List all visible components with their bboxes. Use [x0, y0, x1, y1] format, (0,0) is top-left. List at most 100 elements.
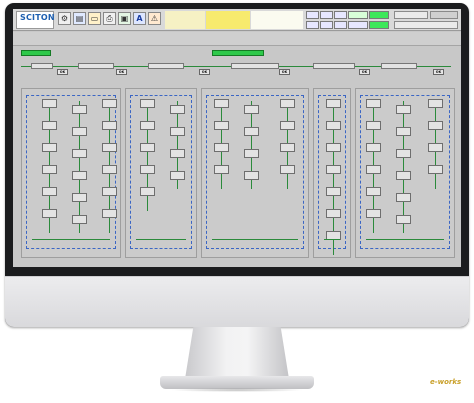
- process-step[interactable]: [72, 149, 87, 158]
- process-step[interactable]: [72, 127, 87, 136]
- process-step[interactable]: [214, 121, 229, 130]
- process-step[interactable]: [72, 215, 87, 224]
- process-step[interactable]: [170, 171, 185, 180]
- process-step[interactable]: [396, 105, 411, 114]
- nav-button[interactable]: [320, 11, 333, 19]
- process-step[interactable]: [140, 99, 155, 108]
- process-step[interactable]: [396, 215, 411, 224]
- process-step[interactable]: [72, 171, 87, 180]
- nav-button[interactable]: [348, 11, 368, 19]
- process-step[interactable]: [170, 149, 185, 158]
- process-step[interactable]: [280, 165, 295, 174]
- process-step[interactable]: [214, 99, 229, 108]
- process-step[interactable]: [244, 127, 259, 136]
- process-step[interactable]: [42, 99, 57, 108]
- process-step[interactable]: [102, 99, 117, 108]
- user-status[interactable]: [394, 11, 428, 19]
- process-step[interactable]: [366, 121, 381, 130]
- process-step[interactable]: [102, 187, 117, 196]
- nav-button[interactable]: [334, 21, 347, 29]
- ok-button[interactable]: OK: [199, 69, 210, 75]
- process-step[interactable]: [102, 143, 117, 152]
- process-step[interactable]: [326, 187, 341, 196]
- process-step[interactable]: [42, 143, 57, 152]
- process-step[interactable]: [326, 209, 341, 218]
- process-step[interactable]: [326, 165, 341, 174]
- step-tag[interactable]: [231, 63, 279, 69]
- process-step[interactable]: [214, 165, 229, 174]
- process-step[interactable]: [140, 165, 155, 174]
- nav-button[interactable]: [306, 21, 319, 29]
- nav-button[interactable]: [334, 11, 347, 19]
- ok-button[interactable]: OK: [433, 69, 444, 75]
- process-step[interactable]: [428, 99, 443, 108]
- flow-line: [136, 239, 186, 240]
- warning-icon[interactable]: ⚠: [148, 12, 161, 25]
- process-step[interactable]: [170, 127, 185, 136]
- process-step[interactable]: [42, 121, 57, 130]
- process-step[interactable]: [396, 127, 411, 136]
- process-step[interactable]: [244, 149, 259, 158]
- text-icon[interactable]: A: [133, 12, 146, 25]
- ok-button[interactable]: OK: [359, 69, 370, 75]
- folder-icon[interactable]: ▭: [88, 12, 101, 25]
- nav-button-active[interactable]: [369, 21, 389, 29]
- process-step[interactable]: [428, 121, 443, 130]
- process-step[interactable]: [366, 99, 381, 108]
- process-step[interactable]: [140, 143, 155, 152]
- process-step[interactable]: [42, 209, 57, 218]
- process-step[interactable]: [366, 143, 381, 152]
- process-step[interactable]: [102, 165, 117, 174]
- nav-button-active[interactable]: [369, 11, 389, 19]
- process-step[interactable]: [214, 143, 229, 152]
- save-icon[interactable]: ▣: [118, 12, 131, 25]
- process-step[interactable]: [42, 187, 57, 196]
- process-step[interactable]: [42, 165, 57, 174]
- step-tag[interactable]: [148, 63, 184, 69]
- process-step[interactable]: [72, 193, 87, 202]
- process-step[interactable]: [366, 165, 381, 174]
- process-step[interactable]: [280, 121, 295, 130]
- process-step[interactable]: [140, 187, 155, 196]
- process-step[interactable]: [140, 121, 155, 130]
- process-panel: [313, 88, 351, 258]
- process-step[interactable]: [396, 149, 411, 158]
- process-step[interactable]: [326, 121, 341, 130]
- company-logo: SCITON: [16, 11, 55, 29]
- process-step[interactable]: [428, 165, 443, 174]
- ok-button[interactable]: OK: [116, 69, 127, 75]
- step-tag[interactable]: [313, 63, 355, 69]
- process-step[interactable]: [72, 105, 87, 114]
- step-tag[interactable]: [78, 63, 114, 69]
- process-step[interactable]: [244, 105, 259, 114]
- process-step[interactable]: [396, 171, 411, 180]
- flow-line: [32, 239, 110, 240]
- alarm-list-1[interactable]: [165, 11, 205, 29]
- process-step[interactable]: [244, 171, 259, 180]
- step-tag[interactable]: [31, 63, 53, 69]
- alarm-list-3[interactable]: [251, 11, 303, 29]
- nav-button[interactable]: [348, 21, 368, 29]
- flow-line: [366, 239, 444, 240]
- process-step[interactable]: [102, 209, 117, 218]
- process-step[interactable]: [170, 105, 185, 114]
- process-step[interactable]: [326, 143, 341, 152]
- process-step[interactable]: [366, 209, 381, 218]
- nav-button[interactable]: [306, 11, 319, 19]
- process-step[interactable]: [428, 143, 443, 152]
- printer-icon[interactable]: ⎙: [103, 12, 116, 25]
- settings-icon[interactable]: ⚙: [58, 12, 71, 25]
- process-step[interactable]: [396, 193, 411, 202]
- chart-icon[interactable]: ▤: [73, 12, 86, 25]
- process-step[interactable]: [326, 99, 341, 108]
- process-step[interactable]: [102, 121, 117, 130]
- step-tag[interactable]: [381, 63, 417, 69]
- alarm-list-2[interactable]: [206, 11, 250, 29]
- process-step[interactable]: [280, 99, 295, 108]
- process-step[interactable]: [366, 187, 381, 196]
- process-step[interactable]: [280, 143, 295, 152]
- ok-button[interactable]: OK: [279, 69, 290, 75]
- nav-button[interactable]: [320, 21, 333, 29]
- ok-button[interactable]: OK: [57, 69, 68, 75]
- status-indicator: [430, 11, 458, 19]
